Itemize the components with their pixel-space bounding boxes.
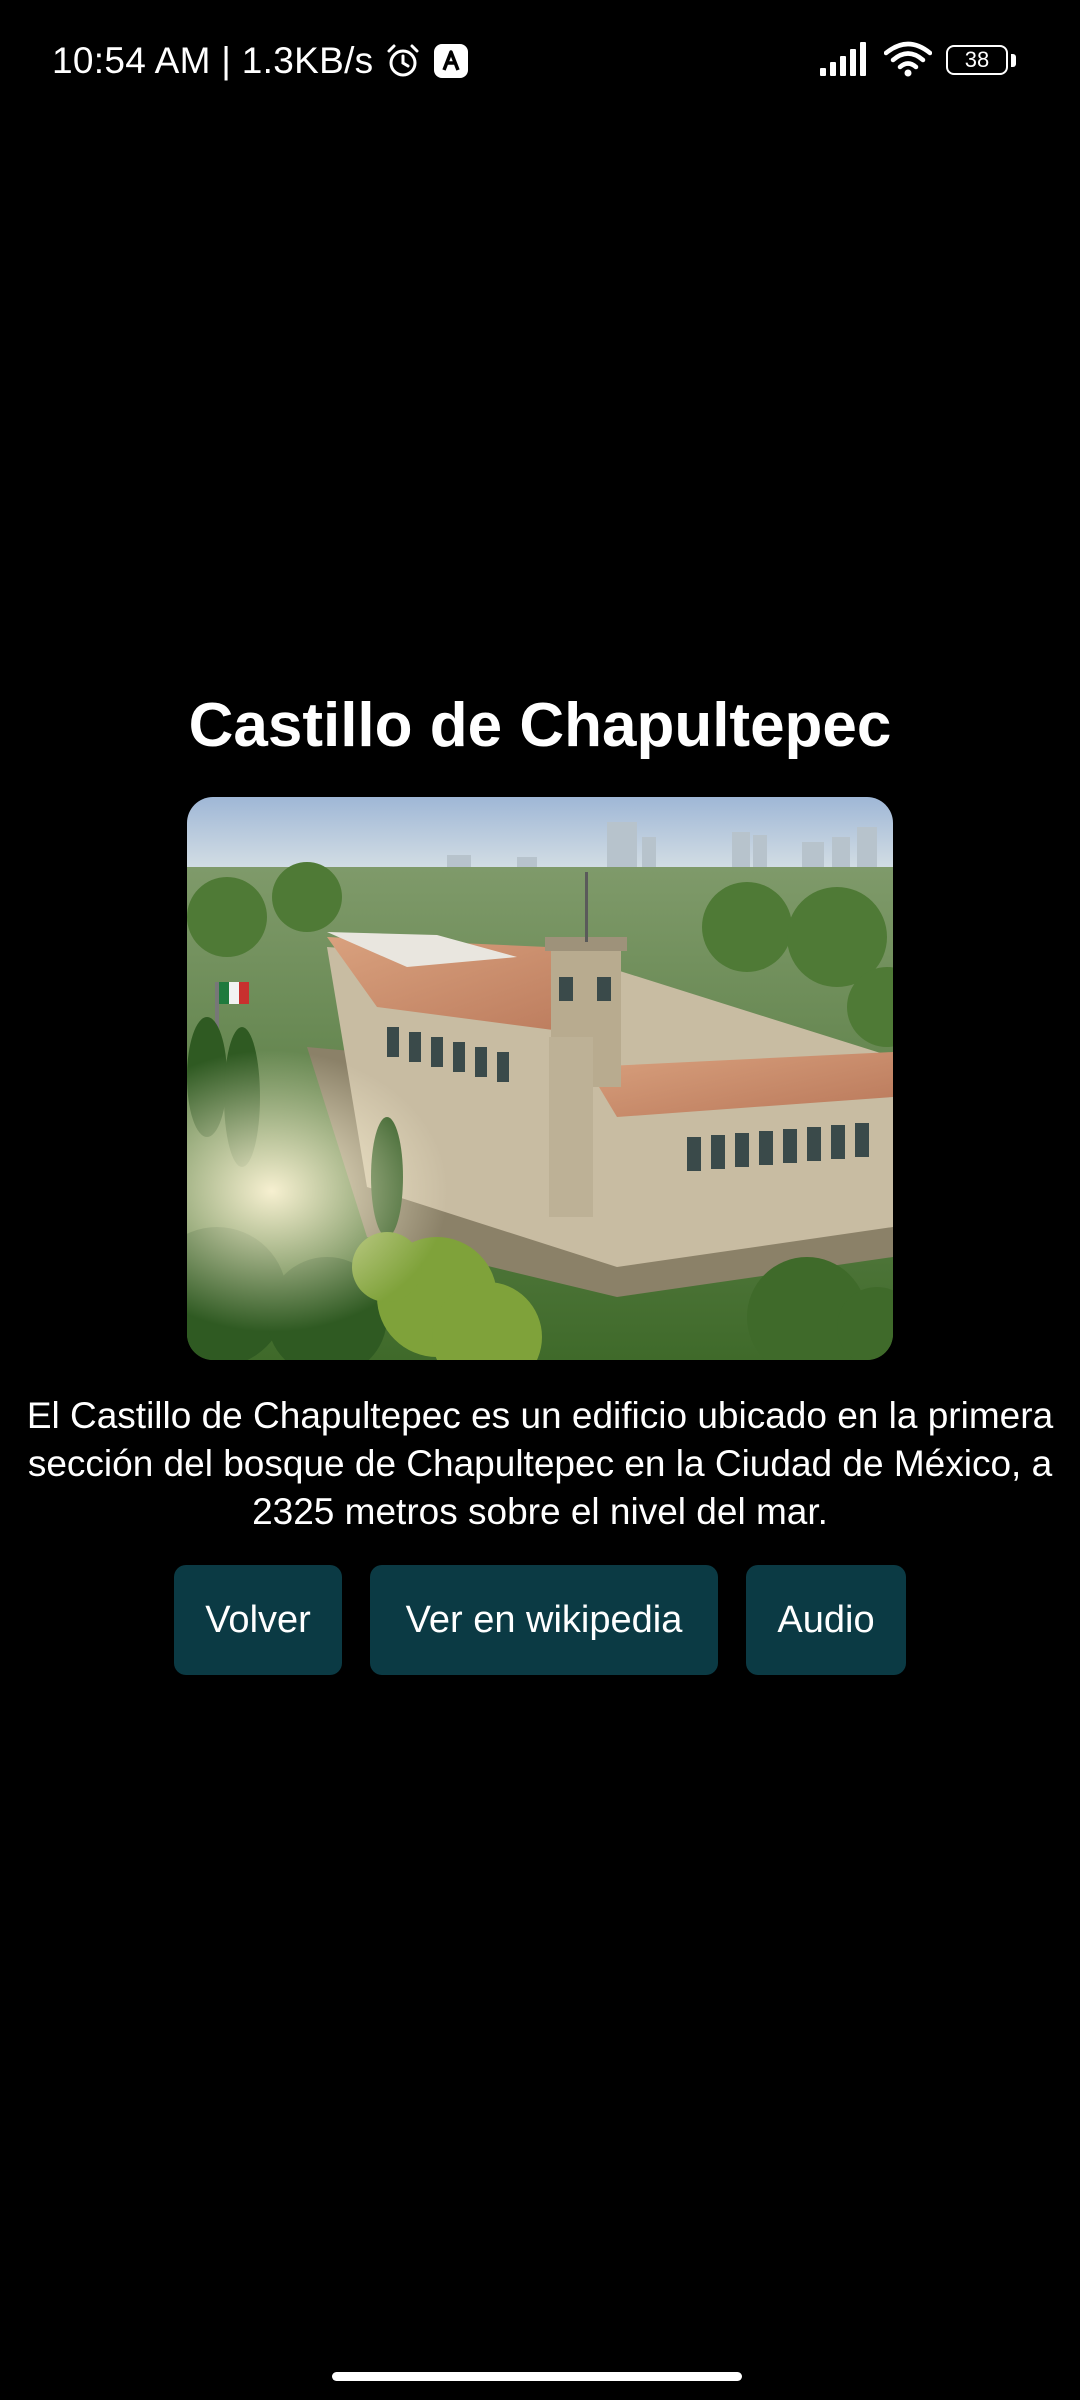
- status-bar: 10:54 AM | 1.3KB/s 38: [0, 0, 1080, 122]
- status-right: 38: [820, 38, 1016, 84]
- battery-level: 38: [964, 47, 990, 72]
- alarm-clock-icon: [383, 41, 423, 81]
- app-notification-icon: [433, 43, 469, 79]
- battery-icon: 38: [946, 45, 1016, 77]
- status-time: 10:54 AM | 1.3KB/s: [52, 40, 374, 81]
- wifi-icon: [883, 41, 933, 82]
- audio-button[interactable]: Audio: [746, 1565, 906, 1675]
- status-left: 10:54 AM | 1.3KB/s: [52, 36, 469, 86]
- home-indicator[interactable]: [332, 2372, 742, 2381]
- wikipedia-button[interactable]: Ver en wikipedia: [370, 1565, 718, 1675]
- place-description: El Castillo de Chapultepec es un edifici…: [26, 1395, 1054, 1532]
- castle-photo: [187, 797, 893, 1360]
- back-button[interactable]: Volver: [174, 1565, 342, 1675]
- cellular-signal-icon: [820, 41, 870, 81]
- page-title: Castillo de Chapultepec: [188, 691, 892, 760]
- action-buttons: Volver Ver en wikipedia Audio: [0, 1565, 1080, 1675]
